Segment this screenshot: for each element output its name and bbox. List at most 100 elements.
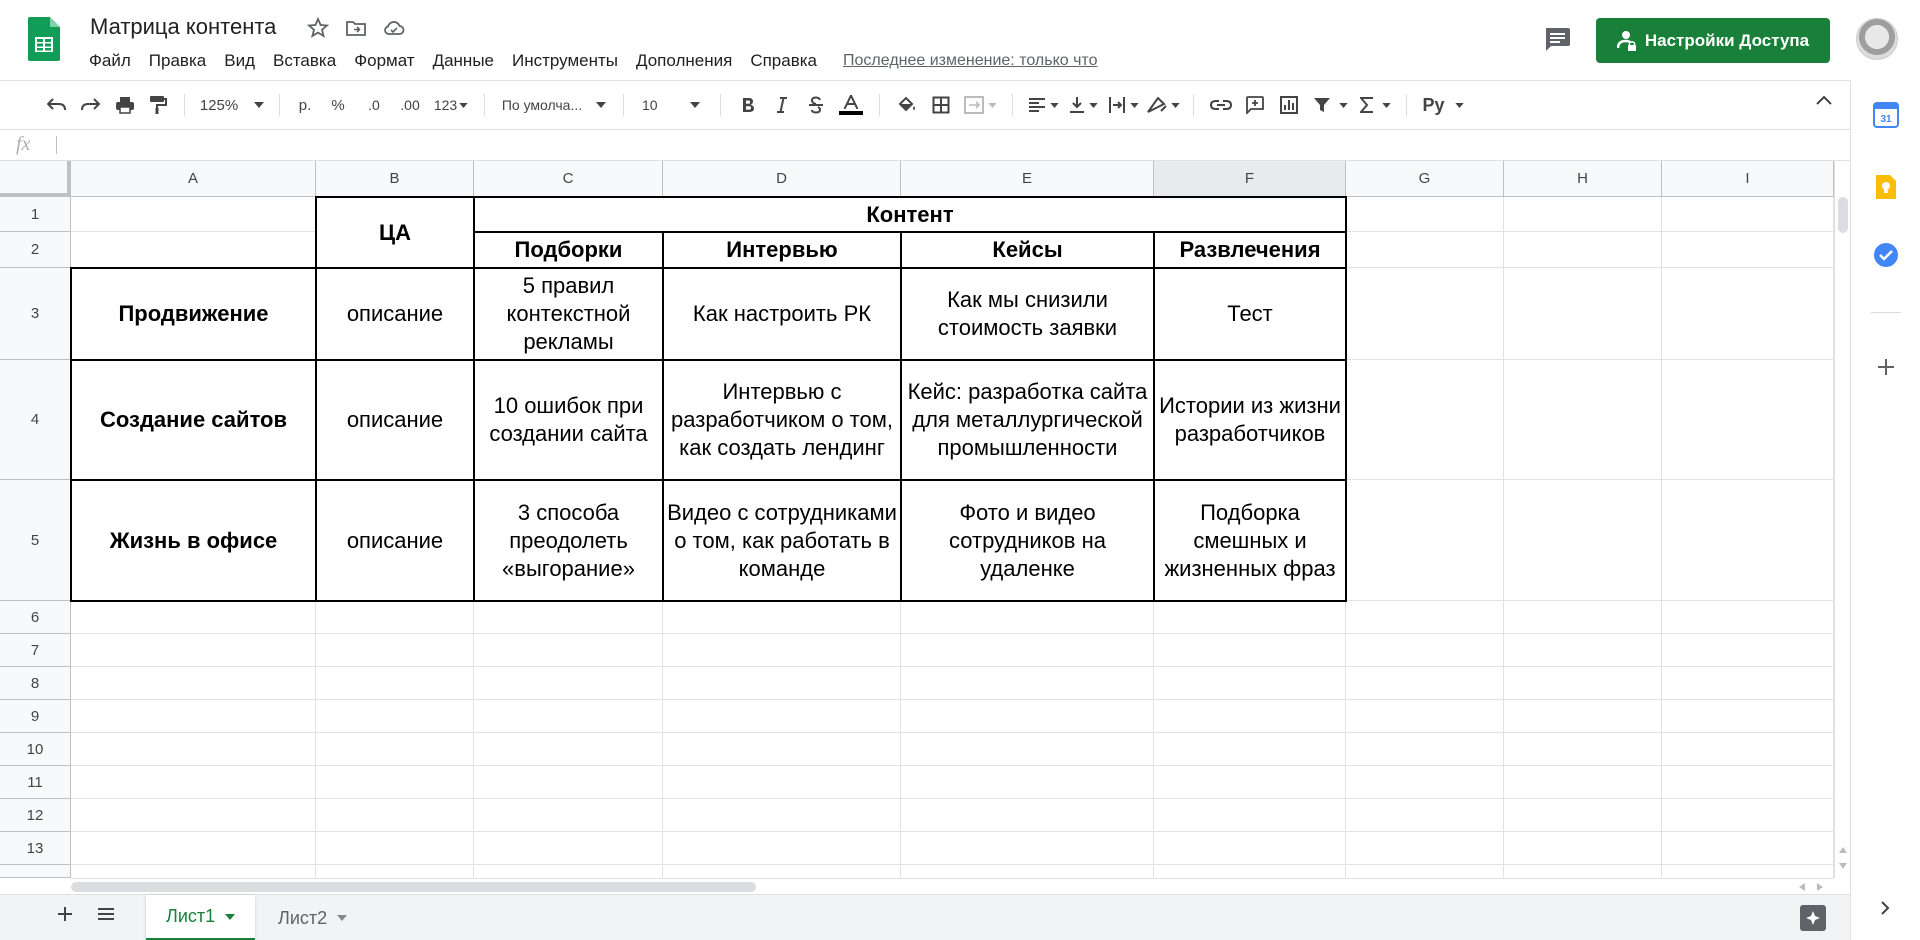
column-header-a[interactable]: A [71,161,316,197]
row-header-14[interactable] [0,865,71,878]
insert-link-icon[interactable] [1204,90,1238,120]
menu-data[interactable]: Данные [433,51,494,71]
row-header-7[interactable]: 7 [0,634,71,667]
borders-icon[interactable] [924,90,958,120]
menu-edit[interactable]: Правка [149,51,206,71]
menu-addons[interactable]: Дополнения [636,51,732,71]
cell-audience[interactable]: описание [316,480,474,601]
expand-panel-icon[interactable] [1880,900,1890,916]
cell-audience-header[interactable]: ЦА [316,197,474,268]
row-header-8[interactable]: 8 [0,667,71,700]
document-title[interactable]: Матрица контента [90,14,276,40]
cell-subheader[interactable]: Кейсы [901,232,1154,268]
column-header-e[interactable]: E [901,161,1154,197]
share-button[interactable]: Настройки Доступа [1596,18,1830,63]
row-header-1[interactable]: 1 [0,197,71,232]
formula-input[interactable] [66,134,1826,156]
row-header-13[interactable]: 13 [0,832,71,865]
cell-content[interactable]: 5 правил контекстной рекламы [474,268,663,360]
horizontal-scrollbar[interactable] [71,878,1834,894]
cell-content[interactable]: Истории из жизни разработчиков [1154,360,1346,480]
row-header-10[interactable]: 10 [0,733,71,766]
horizontal-align-icon[interactable] [1023,90,1063,120]
paint-format-icon[interactable] [142,90,174,120]
row-header-5[interactable]: 5 [0,480,71,601]
strikethrough-icon[interactable] [799,90,833,120]
column-header-d[interactable]: D [663,161,901,197]
calendar-icon[interactable]: 31 [1873,102,1899,128]
functions-icon[interactable] [1354,90,1396,120]
scroll-right-arrow-icon[interactable] [1817,883,1823,891]
font-family-select[interactable]: По умолча... [495,90,613,120]
last-edit-link[interactable]: Последнее изменение: только что [843,52,1097,70]
select-all-corner[interactable] [0,161,71,197]
cell-subheader[interactable]: Развлечения [1154,232,1346,268]
move-folder-icon[interactable] [344,16,368,40]
keep-icon[interactable] [1873,174,1899,200]
cell-content[interactable]: 10 ошибок при создании сайта [474,360,663,480]
italic-icon[interactable] [765,90,799,120]
text-wrap-icon[interactable] [1103,90,1143,120]
format-currency-button[interactable]: р. [290,90,320,120]
text-rotation-icon[interactable] [1143,90,1183,120]
tasks-icon[interactable] [1873,242,1899,268]
row-header-11[interactable]: 11 [0,766,71,799]
cell-content[interactable]: Подборка смешных и жизненных фраз [1154,480,1346,601]
star-icon[interactable] [306,16,330,40]
explore-icon[interactable] [1800,905,1826,931]
fill-color-icon[interactable] [890,90,924,120]
cell-row-label[interactable]: Создание сайтов [71,360,316,480]
column-header-i[interactable]: I [1662,161,1834,197]
redo-icon[interactable] [72,90,108,120]
more-formats-select[interactable]: 123 [428,90,474,120]
decrease-decimal-button[interactable]: .0 [356,90,392,120]
column-header-f[interactable]: F [1154,161,1346,197]
row-header-3[interactable]: 3 [0,268,71,360]
cell-row-label[interactable]: Продвижение [71,268,316,360]
comments-icon[interactable] [1540,24,1574,54]
menu-tools[interactable]: Инструменты [512,51,618,71]
menu-help[interactable]: Справка [750,51,817,71]
filter-icon[interactable] [1306,90,1354,120]
column-header-h[interactable]: H [1504,161,1662,197]
row-header-2[interactable]: 2 [0,232,71,268]
cell-content[interactable]: Фото и видео сотрудников на удаленке [901,480,1154,601]
scroll-up-arrow-icon[interactable] [1839,847,1847,853]
cell-content[interactable]: Как настроить РК [663,268,901,360]
menu-file[interactable]: Файл [89,51,131,71]
cell-content[interactable]: Интервью с разработчиком о том, как созд… [663,360,901,480]
cell-content[interactable]: 3 способа преодолеть «выгорание» [474,480,663,601]
cell-subheader[interactable]: Подборки [474,232,663,268]
cell-content[interactable]: Видео с сотрудниками о том, как работать… [663,480,901,601]
zoom-select[interactable]: 125% [195,90,269,120]
row-header-6[interactable]: 6 [0,601,71,634]
menu-format[interactable]: Формат [354,51,414,71]
undo-icon[interactable] [42,90,72,120]
row-header-4[interactable]: 4 [0,360,71,480]
dropdown-arrow-icon[interactable] [337,915,348,921]
menu-view[interactable]: Вид [224,51,255,71]
bold-icon[interactable] [731,90,765,120]
collapse-menus-icon[interactable] [1816,95,1832,105]
scroll-down-arrow-icon[interactable] [1839,863,1847,869]
vertical-scrollbar[interactable] [1834,161,1850,878]
row-header-12[interactable]: 12 [0,799,71,832]
cell-content[interactable]: Кейс: разработка сайта для металлургичес… [901,360,1154,480]
menu-insert[interactable]: Вставка [273,51,336,71]
add-addon-icon[interactable] [1873,354,1899,380]
cell-subheader[interactable]: Интервью [663,232,901,268]
cell-content[interactable]: Тест [1154,268,1346,360]
scroll-left-arrow-icon[interactable] [1799,883,1805,891]
cell-audience[interactable]: описание [316,268,474,360]
sheet-tab-1[interactable]: Лист1 [146,895,256,940]
cell-audience[interactable]: описание [316,360,474,480]
increase-decimal-button[interactable]: .00 [392,90,428,120]
input-tools-button[interactable]: Pу [1417,90,1469,120]
add-sheet-icon[interactable] [58,907,72,921]
sheets-logo-icon[interactable] [28,17,60,61]
vertical-scroll-thumb[interactable] [1838,197,1848,233]
cell-content-header[interactable]: Контент [474,197,1346,232]
print-icon[interactable] [108,90,142,120]
column-header-b[interactable]: B [316,161,474,197]
column-header-c[interactable]: C [474,161,663,197]
